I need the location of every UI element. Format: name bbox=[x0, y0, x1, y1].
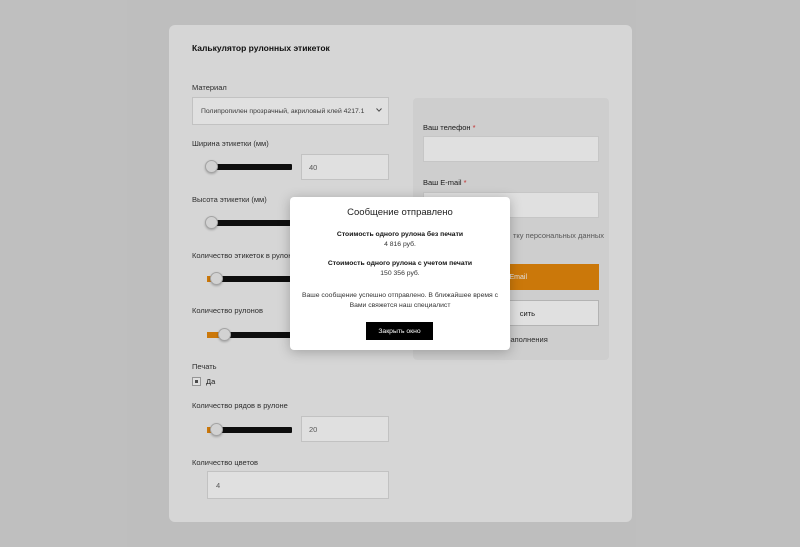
cost-no-print-value: 4 816 руб. bbox=[384, 241, 416, 248]
cost-no-print-label: Стоимость одного рулона без печати bbox=[336, 231, 464, 238]
message-sent-dialog: Сообщение отправлено Стоимость одного ру… bbox=[290, 197, 510, 350]
cost-with-print-label: Стоимость одного рулона с учетом печати bbox=[327, 260, 473, 267]
cost-with-print-value: 150 356 руб. bbox=[380, 270, 420, 277]
dialog-title: Сообщение отправлено bbox=[347, 207, 453, 218]
close-dialog-button[interactable]: Закрыть окно bbox=[366, 322, 433, 340]
dialog-message: Ваше сообщение успешно отправлено. В бли… bbox=[301, 292, 499, 309]
